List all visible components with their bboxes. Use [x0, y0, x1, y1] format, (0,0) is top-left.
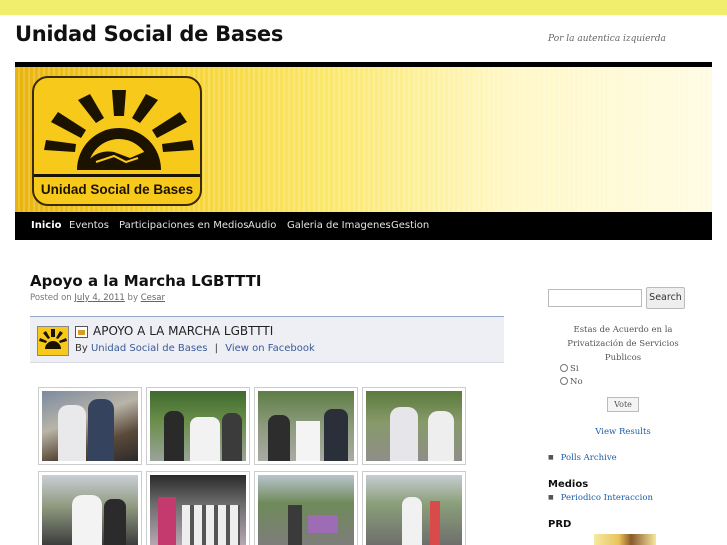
- facebook-album-header: APOYO A LA MARCHA LGBTTTI By Unidad Soci…: [30, 317, 504, 363]
- facebook-album-embed: APOYO A LA MARCHA LGBTTTI By Unidad Soci…: [30, 316, 504, 545]
- album-by-label: By: [75, 343, 88, 354]
- by-label: by: [127, 293, 138, 303]
- view-results-link[interactable]: View Results: [548, 427, 698, 437]
- medios-link-periodico[interactable]: Periodico Interaccion: [548, 493, 653, 503]
- album-page-link[interactable]: Unidad Social de Bases: [91, 343, 208, 354]
- nav-item-gestion[interactable]: Gestion: [391, 220, 429, 231]
- poll-question: Estas de Acuerdo en la Privatización de …: [567, 325, 679, 363]
- radio-icon[interactable]: [560, 364, 568, 372]
- album-thumbnail[interactable]: [38, 471, 142, 545]
- post-date-link[interactable]: July 4, 2011: [74, 293, 124, 303]
- top-bar: [0, 0, 727, 15]
- album-byline: By Unidad Social de Bases | View on Face…: [75, 343, 315, 354]
- nav-item-galeria[interactable]: Galeria de Imagenes: [287, 220, 391, 231]
- prd-widget-title: PRD: [548, 519, 572, 530]
- nav-item-audio[interactable]: Audio: [248, 220, 276, 231]
- radio-icon[interactable]: [560, 377, 568, 385]
- prd-image[interactable]: [594, 534, 656, 545]
- posted-on-label: Posted on: [30, 293, 72, 303]
- main-navigation: Inicio Eventos Participaciones en Medios…: [15, 212, 712, 240]
- album-thumbnail[interactable]: [362, 387, 466, 465]
- album-icon: [75, 326, 88, 338]
- header-banner: Unidad Social de Bases: [15, 67, 712, 212]
- album-title[interactable]: APOYO A LA MARCHA LGBTTTI: [93, 324, 273, 338]
- album-thumbnail[interactable]: [146, 387, 250, 465]
- poll-option-si[interactable]: Si: [560, 364, 579, 374]
- site-description: Por la autentica izquierda: [548, 34, 666, 44]
- poll-option-label: No: [570, 377, 583, 387]
- album-thumbnail[interactable]: [38, 387, 142, 465]
- logo-text: Unidad Social de Bases: [40, 182, 194, 197]
- album-thumbnail[interactable]: [254, 471, 358, 545]
- album-thumbnail[interactable]: [146, 471, 250, 545]
- polls-archive-link[interactable]: Polls Archive: [548, 453, 617, 463]
- sun-logo-icon: [39, 329, 67, 349]
- nav-item-participaciones[interactable]: Participaciones en Medios: [119, 220, 248, 231]
- search-input[interactable]: [548, 289, 642, 307]
- view-on-facebook-link[interactable]: View on Facebook: [225, 343, 315, 354]
- nav-item-eventos[interactable]: Eventos: [69, 220, 109, 231]
- album-separator: |: [214, 343, 219, 354]
- sun-hands-icon: [34, 90, 200, 177]
- site-logo[interactable]: Unidad Social de Bases: [32, 76, 202, 206]
- poll-option-label: Si: [570, 364, 579, 374]
- album-thumbnail[interactable]: [254, 387, 358, 465]
- post-meta: Posted on July 4, 2011 by Cesar: [30, 293, 165, 303]
- vote-button[interactable]: Vote: [607, 397, 639, 412]
- nav-item-inicio[interactable]: Inicio: [31, 220, 62, 231]
- site-title[interactable]: Unidad Social de Bases: [15, 22, 283, 46]
- poll-option-no[interactable]: No: [560, 377, 583, 387]
- search-button[interactable]: Search: [646, 287, 685, 309]
- post-title[interactable]: Apoyo a la Marcha LGBTTTI: [30, 272, 261, 290]
- page-avatar[interactable]: [37, 326, 69, 356]
- medios-widget-title: Medios: [548, 479, 589, 490]
- post-author-link[interactable]: Cesar: [141, 293, 165, 303]
- album-thumbnail[interactable]: [362, 471, 466, 545]
